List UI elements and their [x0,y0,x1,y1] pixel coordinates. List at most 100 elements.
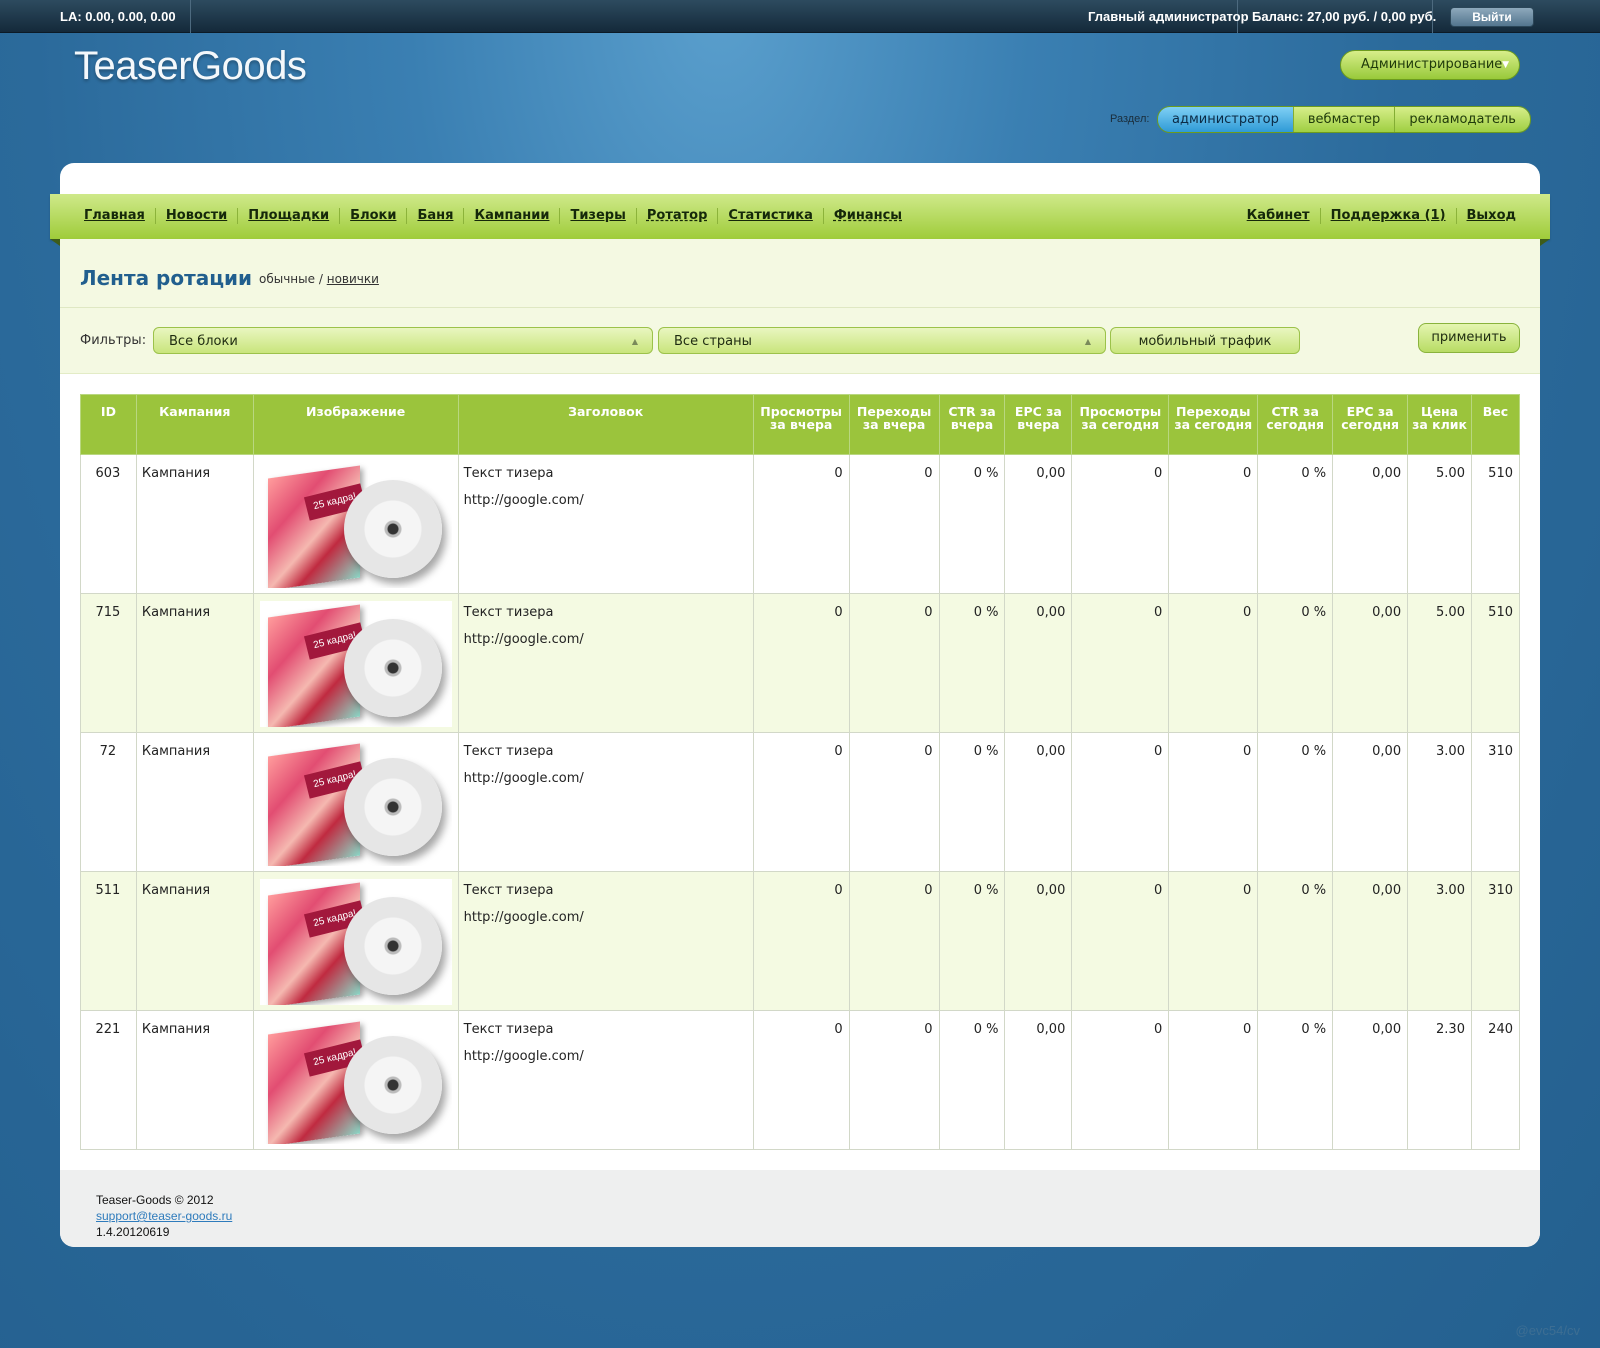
col-header-views-today[interactable]: Просмотры за сегодня [1071,394,1170,455]
section-tab-webmaster[interactable]: вебмастер [1292,107,1395,132]
apply-button[interactable]: применить [1418,323,1520,353]
col-header-campaign[interactable]: Кампания [135,394,254,455]
cell-clicks-yesterday: 0 [848,732,940,872]
countries-select[interactable]: Все страны ▲ [658,327,1106,354]
cell-title: Текст тизера http://google.com/ [457,593,754,733]
cell-id: 221 [80,1010,137,1150]
cell-id: 511 [80,871,137,1011]
teaser-image[interactable]: 25 кадра! [259,462,452,588]
nav-item-teasers[interactable]: Тизеры [559,208,635,224]
col-header-views-yesterday[interactable]: Просмотры за вчера [752,394,850,455]
table-row[interactable]: 603 Кампания 25 кадра! Текст тизера http://g… [80,454,1521,594]
logo[interactable]: TeaserGoods [74,44,307,89]
col-header-title[interactable]: Заголовок [457,394,754,455]
col-header-ctr-today[interactable]: CTR за сегодня [1257,394,1334,455]
administration-menu-button[interactable]: Администрирование ▼ [1340,50,1520,80]
cell-image: 25 кадра! [252,871,459,1011]
select-arrows-icon: ▲ [631,337,638,346]
nav-item-exit[interactable]: Выход [1455,208,1526,224]
table-row[interactable]: 511 Кампания 25 кадра! Текст тизера http://g… [80,871,1521,1011]
teaser-url[interactable]: http://google.com/ [464,493,747,508]
cell-weight: 310 [1470,871,1521,1011]
teaser-title[interactable]: Текст тизера [464,605,747,620]
cell-ctr-yesterday: 0 % [938,1010,1006,1150]
teaser-url[interactable]: http://google.com/ [464,910,747,925]
table-row[interactable]: 72 Кампания 25 кадра! Текст тизера http://go… [80,732,1521,872]
teaser-url[interactable]: http://google.com/ [464,771,747,786]
col-header-image: Изображение [252,394,459,455]
cell-ctr-yesterday: 0 % [938,732,1006,872]
table-row[interactable]: 221 Кампания 25 кадра! Текст тизера http://g… [80,1010,1521,1150]
subnav: обычные / новички [259,272,379,286]
col-header-weight[interactable]: Вес [1470,394,1521,455]
ribbon-fold [1540,239,1550,246]
cell-clicks-yesterday: 0 [848,1010,940,1150]
ribbon-fold [50,239,60,246]
teaser-url[interactable]: http://google.com/ [464,1049,747,1064]
cell-id: 603 [80,454,137,594]
nav-item-sites[interactable]: Площадки [237,208,339,224]
logout-button[interactable]: Выйти [1450,7,1534,27]
select-arrows-icon: ▲ [1084,337,1091,346]
nav-item-campaigns[interactable]: Кампании [463,208,559,224]
section-tab-admin[interactable]: администратор [1158,107,1293,132]
section-tab-advertiser[interactable]: рекламодатель [1394,107,1530,132]
cell-epc-today: 0,00 [1332,454,1409,594]
teaser-image[interactable]: 25 кадра! [259,740,452,866]
cell-clicks-yesterday: 0 [848,593,940,733]
cell-views-yesterday: 0 [752,871,850,1011]
cell-campaign: Кампания [135,593,254,733]
nav-item-rotator[interactable]: Ротатор [635,208,718,224]
cell-ctr-today: 0 % [1257,732,1334,872]
teaser-url[interactable]: http://google.com/ [464,632,747,647]
subnav-separator: / [318,272,323,286]
cell-epc-yesterday: 0,00 [1004,454,1073,594]
nav-item-blocks[interactable]: Блоки [339,208,406,224]
cell-ctr-today: 0 % [1257,454,1334,594]
mobile-traffic-toggle[interactable]: мобильный трафик [1110,327,1300,354]
nav-item-ban[interactable]: Баня [406,208,463,224]
cell-campaign: Кампания [135,732,254,872]
table-row[interactable]: 715 Кампания 25 кадра! Текст тизера http://g… [80,593,1521,733]
col-header-clicks-yesterday[interactable]: Переходы за вчера [848,394,940,455]
teaser-image[interactable]: 25 кадра! [259,879,452,1005]
cell-epc-yesterday: 0,00 [1004,1010,1073,1150]
col-header-epc-today[interactable]: EPC за сегодня [1332,394,1409,455]
image-disc [343,480,442,578]
cell-weight: 310 [1470,732,1521,872]
cell-views-yesterday: 0 [752,593,850,733]
nav-item-statistics[interactable]: Статистика [717,208,822,224]
countries-select-value: Все страны [674,334,752,349]
teaser-image[interactable]: 25 кадра! [259,1018,452,1144]
nav-item-cabinet[interactable]: Кабинет [1237,208,1320,224]
cell-weight: 240 [1470,1010,1521,1150]
administration-menu-label: Администрирование [1361,57,1503,72]
cell-campaign: Кампания [135,871,254,1011]
col-header-id[interactable]: ID [80,394,137,455]
cell-ctr-today: 0 % [1257,871,1334,1011]
teaser-title[interactable]: Текст тизера [464,883,747,898]
cell-clicks-today: 0 [1168,1010,1259,1150]
col-header-clicks-today[interactable]: Переходы за сегодня [1168,394,1259,455]
nav-item-home[interactable]: Главная [74,208,155,224]
subnav-link-newbies[interactable]: новички [327,272,379,286]
cell-clicks-today: 0 [1168,593,1259,733]
teaser-title[interactable]: Текст тизера [464,744,747,759]
footer-support-email[interactable]: support@teaser-goods.ru [96,1209,232,1223]
teaser-title[interactable]: Текст тизера [464,1022,747,1037]
blocks-select[interactable]: Все блоки ▲ [153,327,653,354]
col-header-price[interactable]: Цена за клик [1407,394,1472,455]
nav-item-finance[interactable]: Финансы [822,208,912,224]
cell-title: Текст тизера http://google.com/ [457,871,754,1011]
nav-item-news[interactable]: Новости [154,208,237,224]
cell-views-today: 0 [1071,871,1170,1011]
cell-price: 5.00 [1407,593,1472,733]
image-disc [343,1036,442,1134]
col-header-epc-yesterday[interactable]: EPC за вчера [1004,394,1073,455]
col-header-ctr-yesterday[interactable]: CTR за вчера [938,394,1006,455]
cell-views-today: 0 [1071,1010,1170,1150]
load-average: LA: 0.00, 0.00, 0.00 [60,9,176,24]
teaser-title[interactable]: Текст тизера [464,466,747,481]
teaser-image[interactable]: 25 кадра! [259,601,452,727]
nav-item-support[interactable]: Поддержка (1) [1319,208,1456,224]
